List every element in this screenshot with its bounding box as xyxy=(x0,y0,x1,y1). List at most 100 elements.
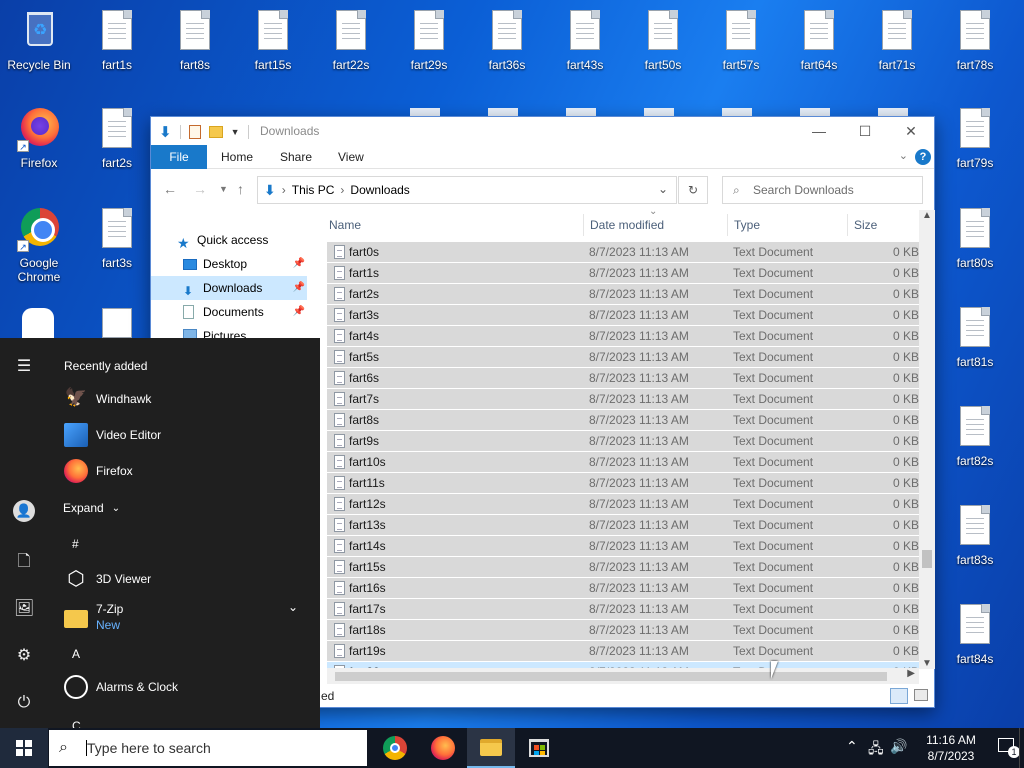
desktop-icon-file[interactable]: fart3s xyxy=(80,206,154,270)
desktop-icon-file[interactable]: fart2s xyxy=(80,106,154,170)
app-video-editor[interactable]: Video Editor xyxy=(64,423,161,447)
file-row[interactable]: fart1s 8/7/2023 11:13 AM Text Document 0 KB xyxy=(327,263,919,284)
column-divider[interactable] xyxy=(583,214,584,236)
desktop-icon-file[interactable]: fart81s xyxy=(938,305,1012,369)
column-header-type[interactable]: Type xyxy=(734,210,760,240)
close-button[interactable]: ✕ xyxy=(888,117,934,145)
download-arrow-icon[interactable]: ⬇ xyxy=(159,123,172,141)
desktop-icon-file[interactable]: fart80s xyxy=(938,206,1012,270)
show-desktop-button[interactable] xyxy=(1019,728,1024,768)
pin-icon[interactable]: 📌 xyxy=(293,252,305,276)
file-row[interactable]: fart11s 8/7/2023 11:13 AM Text Document 0 K… xyxy=(327,473,919,494)
desktop-icon-file[interactable]: fart84s xyxy=(938,602,1012,666)
horizontal-scrollbar[interactable]: ▶ xyxy=(327,668,919,684)
user-account-icon[interactable]: 👤 xyxy=(13,500,35,522)
network-icon[interactable]: 🖧 xyxy=(868,738,884,762)
file-row[interactable]: fart5s 8/7/2023 11:13 AM Text Document 0 KB xyxy=(327,347,919,368)
hamburger-menu-icon[interactable]: ☰ xyxy=(14,356,34,376)
desktop-icon-file[interactable]: fart78s xyxy=(938,8,1012,72)
desktop-icon-recycle-bin[interactable]: Recycle Bin xyxy=(2,8,76,72)
pin-icon[interactable]: 📌 xyxy=(293,300,305,324)
start-button[interactable] xyxy=(0,728,48,768)
file-row[interactable]: fart15s 8/7/2023 11:13 AM Text Document 0 K… xyxy=(327,557,919,578)
app-7-zip[interactable]: 7-Zip New xyxy=(64,601,123,633)
settings-gear-icon[interactable]: ⚙ xyxy=(14,645,34,665)
app-windhawk[interactable]: 🦅 Windhawk xyxy=(64,387,152,411)
desktop-icon-file[interactable]: fart50s xyxy=(626,8,700,72)
taskbar-app-chrome[interactable] xyxy=(371,728,419,768)
breadcrumb-this-pc[interactable]: This PC xyxy=(292,183,335,197)
scroll-down-icon[interactable]: ▼ xyxy=(922,658,932,669)
file-row[interactable]: fart13s 8/7/2023 11:13 AM Text Document 0 K… xyxy=(327,515,919,536)
file-row[interactable]: fart12s 8/7/2023 11:13 AM Text Document 0 K… xyxy=(327,494,919,515)
expand-ribbon-icon[interactable]: ⌄ xyxy=(899,149,908,162)
taskbar-app-file-explorer[interactable] xyxy=(467,728,515,768)
volume-icon[interactable]: 🔊 xyxy=(890,738,907,755)
tab-home[interactable]: Home xyxy=(221,145,253,169)
scrollbar-thumb[interactable] xyxy=(335,672,887,681)
column-divider[interactable] xyxy=(847,214,848,236)
app-firefox[interactable]: Firefox xyxy=(64,459,133,483)
refresh-button[interactable]: ↻ xyxy=(678,176,708,204)
back-arrow-icon[interactable]: ← xyxy=(163,181,177,197)
desktop-icon-firefox[interactable]: ↗ Firefox xyxy=(2,106,76,170)
breadcrumb-downloads[interactable]: Downloads xyxy=(350,183,409,197)
file-row[interactable]: fart16s 8/7/2023 11:13 AM Text Document 0 K… xyxy=(327,578,919,599)
file-row[interactable]: fart6s 8/7/2023 11:13 AM Text Document 0 KB xyxy=(327,368,919,389)
search-input[interactable]: ⌕ Search Downloads xyxy=(722,176,923,204)
desktop-icon-file[interactable]: fart8s xyxy=(158,8,232,72)
desktop-icon-file[interactable]: fart29s xyxy=(392,8,466,72)
file-row[interactable]: fart8s 8/7/2023 11:13 AM Text Document 0 KB xyxy=(327,410,919,431)
documents-icon[interactable]: 🗋 xyxy=(14,550,34,570)
file-row[interactable]: fart10s 8/7/2023 11:13 AM Text Document 0 K… xyxy=(327,452,919,473)
properties-icon[interactable] xyxy=(188,125,201,139)
clock[interactable]: 11:16 AM 8/7/2023 xyxy=(916,732,986,764)
file-row[interactable]: fart18s 8/7/2023 11:13 AM Text Document 0 K… xyxy=(327,620,919,641)
scroll-up-icon[interactable]: ▲ xyxy=(922,210,932,221)
address-dropdown-icon[interactable]: ⌄ xyxy=(658,182,668,196)
tab-view[interactable]: View xyxy=(338,145,364,169)
desktop-icon-file[interactable]: fart1s xyxy=(80,8,154,72)
maximize-button[interactable]: ☐ xyxy=(842,117,888,145)
chevron-down-icon[interactable]: ⌄ xyxy=(288,600,298,614)
file-row[interactable]: fart9s 8/7/2023 11:13 AM Text Document 0 KB xyxy=(327,431,919,452)
pictures-icon[interactable]: 🖼 xyxy=(14,598,34,618)
nav-item-quick-access[interactable]: ★ Quick access xyxy=(151,228,307,252)
nav-item-documents[interactable]: Documents 📌 xyxy=(151,300,307,324)
file-row[interactable]: fart2s 8/7/2023 11:13 AM Text Document 0 KB xyxy=(327,284,919,305)
desktop-icon-file[interactable]: fart43s xyxy=(548,8,622,72)
address-bar[interactable]: ⬇ › This PC › Downloads ⌄ xyxy=(257,176,677,204)
desktop-icon-file[interactable]: fart22s xyxy=(314,8,388,72)
file-row[interactable]: fart0s 8/7/2023 11:13 AM Text Document 0 KB xyxy=(327,242,919,263)
help-icon[interactable]: ? xyxy=(915,149,931,165)
details-view-icon[interactable] xyxy=(890,688,908,704)
up-arrow-icon[interactable]: ↑ xyxy=(237,181,244,197)
desktop-icon-file[interactable]: fart64s xyxy=(782,8,856,72)
nav-item-downloads[interactable]: ⬇ Downloads 📌 xyxy=(151,276,307,300)
desktop-icon-file[interactable]: fart57s xyxy=(704,8,778,72)
desktop-icon-file[interactable]: fart71s xyxy=(860,8,934,72)
tab-file[interactable]: File xyxy=(151,145,207,169)
desktop-icon-file[interactable]: fart83s xyxy=(938,503,1012,567)
file-row[interactable]: fart14s 8/7/2023 11:13 AM Text Document 0 K… xyxy=(327,536,919,557)
nav-item-desktop[interactable]: Desktop 📌 xyxy=(151,252,307,276)
desktop-icon-file[interactable]: fart36s xyxy=(470,8,544,72)
file-row[interactable]: fart17s 8/7/2023 11:13 AM Text Document 0 K… xyxy=(327,599,919,620)
title-bar[interactable]: ⬇ ▼ Downloads — ☐ ✕ xyxy=(151,117,934,145)
section-header-hash[interactable]: # xyxy=(72,537,79,551)
vertical-scrollbar[interactable]: ▲ ▼ xyxy=(919,210,935,669)
file-row[interactable]: fart7s 8/7/2023 11:13 AM Text Document 0 KB xyxy=(327,389,919,410)
file-row[interactable]: fart4s 8/7/2023 11:13 AM Text Document 0 KB xyxy=(327,326,919,347)
column-header-size[interactable]: Size xyxy=(854,210,877,240)
app-alarms-clock[interactable]: Alarms & Clock xyxy=(64,675,178,699)
file-row[interactable]: fart19s 8/7/2023 11:13 AM Text Document 0 K… xyxy=(327,641,919,662)
column-header-date-modified[interactable]: Date modified xyxy=(590,210,664,240)
app-3d-viewer[interactable]: ⬡ 3D Viewer xyxy=(64,567,151,591)
minimize-button[interactable]: — xyxy=(796,117,842,145)
column-header-name[interactable]: Name xyxy=(329,210,361,240)
scrollbar-thumb[interactable] xyxy=(922,550,932,568)
power-icon[interactable]: ⏻ xyxy=(14,694,34,714)
file-row[interactable]: fart3s 8/7/2023 11:13 AM Text Document 0 KB xyxy=(327,305,919,326)
new-folder-icon[interactable] xyxy=(208,126,223,138)
taskbar-search-input[interactable]: ⌕ Type here to search xyxy=(49,730,367,766)
